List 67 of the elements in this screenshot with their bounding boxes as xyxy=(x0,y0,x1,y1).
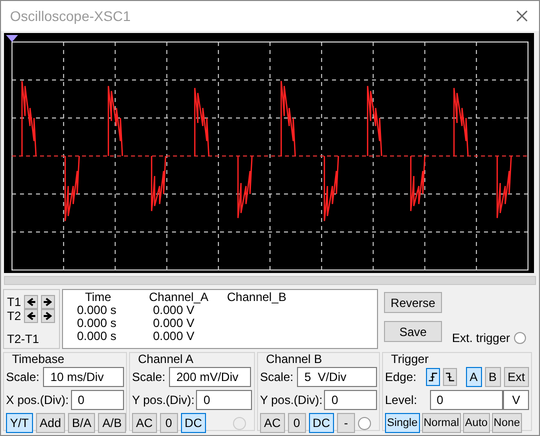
scale-field[interactable]: 5 V/Div xyxy=(297,367,377,387)
scale-field[interactable]: 10 ms/Div xyxy=(43,367,124,387)
right-arrow-icon[interactable] xyxy=(41,295,56,309)
column-header: Channel_B xyxy=(227,291,286,304)
toggle-button[interactable]: None xyxy=(492,413,522,433)
window-title: Oscilloscope-XSC1 xyxy=(10,6,131,26)
toggle-button[interactable]: Single xyxy=(385,413,420,433)
rising-edge-icon xyxy=(426,370,439,384)
toggle-button[interactable]: Auto xyxy=(463,413,490,433)
table-cell: 0.000 V xyxy=(153,304,194,317)
cursor-label: T2-T1 xyxy=(7,332,40,346)
scroll-bar[interactable] xyxy=(4,276,536,285)
rising-edge-button[interactable] xyxy=(426,368,440,386)
action-button[interactable]: Reverse xyxy=(384,292,442,313)
position-field[interactable]: 0 xyxy=(196,390,252,410)
unit-field[interactable]: V xyxy=(503,390,530,410)
field-label: Scale: xyxy=(132,369,166,386)
position-field[interactable]: 0 xyxy=(324,390,377,410)
field-label: Scale: xyxy=(260,369,294,386)
left-arrow-icon[interactable] xyxy=(24,295,38,309)
column-header: Time xyxy=(85,291,112,304)
field-label: X pos.(Div): xyxy=(6,392,69,409)
toggle-button[interactable]: 0 xyxy=(160,413,178,433)
field-label: Y pos.(Div): xyxy=(132,392,194,409)
scale-field[interactable]: 200 mV/Div xyxy=(169,367,252,387)
toggle-button[interactable]: Ext xyxy=(504,367,529,387)
table-cell: 0.000 V xyxy=(153,317,194,330)
field-label: Scale: xyxy=(6,369,40,386)
toggle-button[interactable]: Y/T xyxy=(6,413,33,433)
group-title: Channel B xyxy=(266,352,324,366)
cursor-label: T2 xyxy=(7,309,22,323)
falling-edge-icon xyxy=(444,370,456,384)
toggle-button[interactable]: 0 xyxy=(288,413,306,433)
field-label: Edge: xyxy=(385,369,418,386)
column-header: Channel_A xyxy=(149,291,208,304)
toggle-button[interactable]: Normal xyxy=(422,413,462,433)
table-cell: 0.000 s xyxy=(77,330,116,343)
level-field[interactable]: 0 xyxy=(430,390,504,410)
field-label: Y pos.(Div): xyxy=(260,392,322,409)
toggle-button[interactable]: DC xyxy=(180,413,206,433)
cursor-label: T1 xyxy=(7,295,22,309)
group-title: Trigger xyxy=(391,352,430,366)
toggle-button[interactable]: B xyxy=(484,367,501,387)
trigger-marker-icon xyxy=(6,35,18,42)
ext-trigger-label: Ext. trigger xyxy=(452,330,510,347)
toggle-button[interactable]: DC xyxy=(308,413,334,433)
action-button[interactable]: Save xyxy=(384,321,442,342)
group-title: Timebase xyxy=(12,352,66,366)
position-field[interactable]: 0 xyxy=(70,390,124,410)
close-icon[interactable] xyxy=(516,10,528,22)
field-label: Level: xyxy=(385,392,418,409)
right-arrow-icon[interactable] xyxy=(41,309,56,323)
table-cell: 0.000 s xyxy=(77,317,116,330)
toggle-button[interactable]: AC xyxy=(132,413,157,433)
radio-button[interactable] xyxy=(358,416,372,430)
table-cell: 0.000 s xyxy=(77,304,116,317)
falling-edge-button[interactable] xyxy=(442,368,458,386)
toggle-button[interactable]: - xyxy=(337,413,356,433)
toggle-button[interactable]: Add xyxy=(36,413,66,433)
left-arrow-icon[interactable] xyxy=(24,309,38,323)
toggle-button[interactable]: A/B xyxy=(98,413,126,433)
toggle-button[interactable]: A xyxy=(466,367,482,387)
toggle-button[interactable]: AC xyxy=(260,413,285,433)
table-cell: 0.000 V xyxy=(153,330,194,343)
toggle-button[interactable]: B/A xyxy=(68,413,96,433)
radio-button[interactable] xyxy=(514,332,526,344)
group-title: Channel A xyxy=(138,352,194,366)
